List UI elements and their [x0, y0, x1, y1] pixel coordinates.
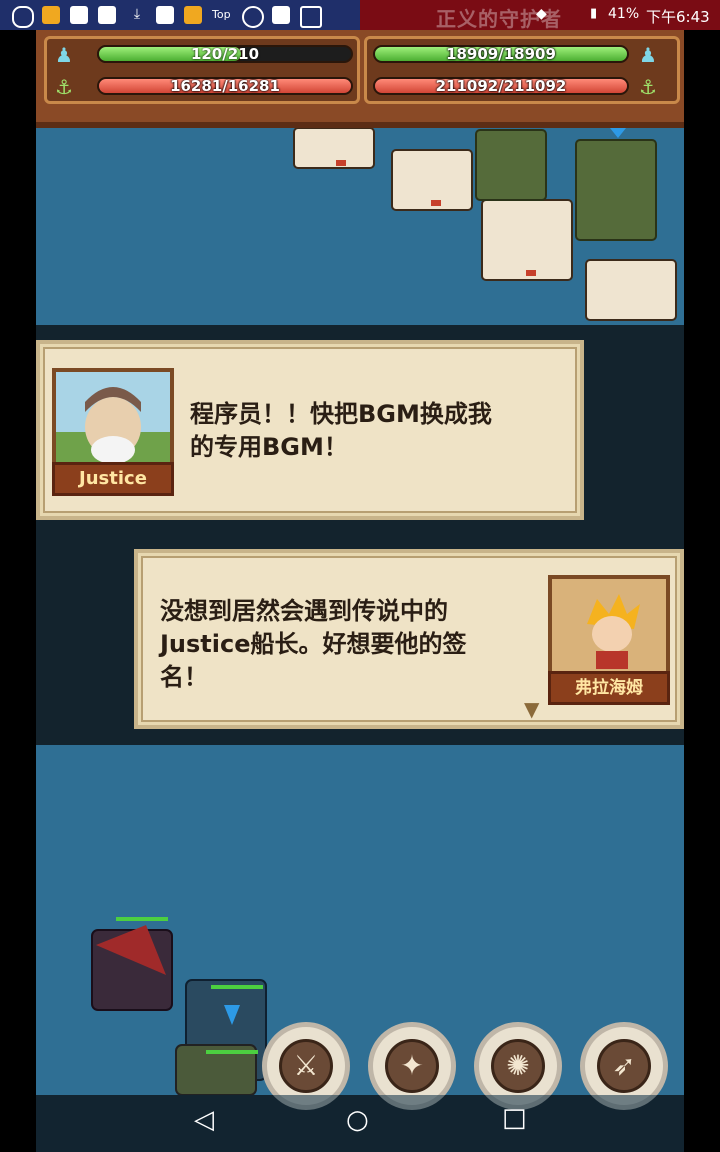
dialog-box-flaheim[interactable]: 没想到居然会遇到传说中的 Justice船长。好想要他的签 名！ 弗拉海姆 ▼: [134, 549, 684, 729]
dialog-text-line: 名！: [160, 663, 208, 691]
player-status-panel: ♟ 120/210 ⚓ 16281/16281: [44, 36, 360, 104]
dialog-text-line: 没想到居然会遇到传说中的: [160, 597, 448, 625]
speaker-nameplate: Justice: [52, 462, 174, 496]
ship-wheel-icon: ⚓: [55, 75, 73, 99]
sword-slash-icon: ⚔: [279, 1039, 333, 1093]
player-crew-text: 120/210: [190, 45, 260, 63]
home-icon[interactable]: ○: [346, 1105, 369, 1135]
flaheim-portrait: [548, 575, 670, 683]
dialog-box-justice[interactable]: Justice 程序员！！快把BGM换成我 的专用BGM！: [36, 340, 584, 520]
notification-icon: [98, 6, 116, 24]
top-label: Top: [212, 8, 231, 21]
dialog-text-line: 的专用BGM！: [190, 433, 348, 461]
continue-arrow-icon[interactable]: ▼: [524, 697, 539, 721]
enemy-status-panel: 18909/18909 211092/211092 ♟ ⚓: [364, 36, 680, 104]
clock: 下午6:43: [646, 8, 710, 26]
battle-hud: ♟ 120/210 ⚓ 16281/16281 18909/18909 2110…: [36, 30, 684, 128]
dialog-text-line: Justice船长。好想要他的签: [160, 630, 467, 658]
bird-icon: ➶: [597, 1039, 651, 1093]
battery-icon: ▮: [590, 6, 598, 21]
back-icon[interactable]: ◁: [194, 1105, 214, 1135]
app-avatar-icon: [184, 6, 202, 24]
notification-icon: [70, 6, 88, 24]
dialog-text-line: 程序员！！快把BGM换成我: [190, 400, 492, 428]
enemy-fleet: [293, 127, 677, 321]
justice-avatar: [56, 372, 170, 472]
battery-level: 41%: [608, 6, 640, 22]
toolbox-icon: [272, 6, 290, 24]
crew-icon: ♟: [55, 43, 73, 67]
player-hull-bar: 16281/16281: [97, 77, 353, 95]
qq-penguin-icon: [12, 6, 34, 28]
ship-wheel-icon: ⚓: [639, 75, 657, 99]
flaheim-avatar: [552, 579, 666, 679]
kraken-icon: ✺: [491, 1039, 545, 1093]
app-s-icon: [300, 6, 322, 28]
enemy-hull-bar: 211092/211092: [373, 77, 629, 95]
justice-portrait: [52, 368, 174, 476]
recents-icon[interactable]: □: [502, 1103, 527, 1133]
upload-icon: [242, 6, 264, 28]
ocean-top: [36, 120, 684, 325]
signal-icon: ◆: [536, 6, 547, 22]
gallery-icon: [156, 6, 174, 24]
right-letterbox: [684, 0, 720, 1152]
speaker-nameplate: 弗拉海姆: [548, 671, 670, 705]
burst-icon: ✦: [385, 1039, 439, 1093]
system-status-bar: ⤓ Top 正义的守护者 ◆ ▮ 41% 下午6:43: [0, 0, 720, 31]
crew-icon: ♟: [639, 43, 657, 67]
left-letterbox: [0, 0, 36, 1152]
app-avatar-icon: [42, 6, 60, 24]
download-icon: ⤓: [133, 6, 141, 22]
android-nav-bar: ◁ ○ □: [36, 1095, 684, 1152]
enemy-crew-bar: 18909/18909: [373, 45, 629, 63]
